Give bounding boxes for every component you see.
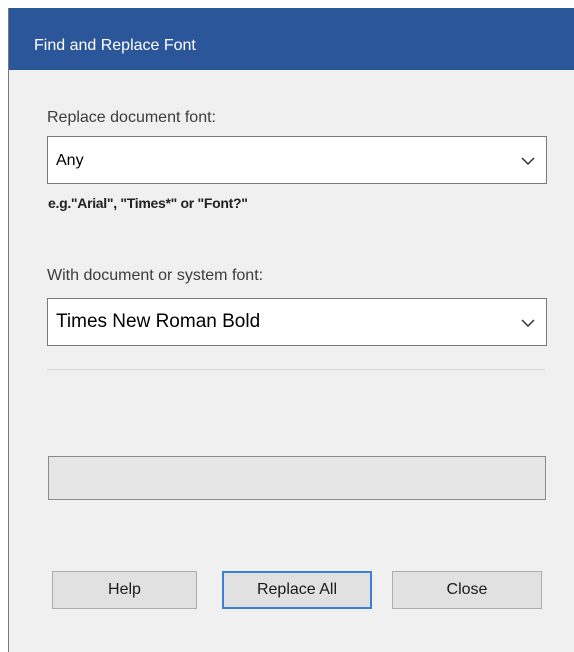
chevron-down-icon[interactable] <box>520 156 536 166</box>
dialog-title: Find and Replace Font <box>34 37 196 54</box>
progress-bar <box>48 456 546 500</box>
replace-font-combobox[interactable]: Any <box>47 136 547 184</box>
with-font-value[interactable]: Times New Roman Bold <box>56 311 260 333</box>
replace-font-label: Replace document font: <box>47 109 216 126</box>
separator <box>47 369 545 370</box>
with-font-label: With document or system font: <box>47 267 264 284</box>
with-font-combobox[interactable]: Times New Roman Bold <box>47 298 547 346</box>
find-replace-font-dialog: Find and Replace Font Replace document f… <box>8 8 574 652</box>
close-button[interactable]: Close <box>392 571 542 609</box>
chevron-down-icon[interactable] <box>520 318 536 328</box>
font-pattern-hint: e.g."Arial", "Times*" or "Font?" <box>48 195 248 211</box>
help-button[interactable]: Help <box>52 571 197 609</box>
replace-all-button[interactable]: Replace All <box>222 571 372 609</box>
replace-font-value[interactable]: Any <box>56 152 84 170</box>
title-bar[interactable]: Find and Replace Font <box>9 8 574 70</box>
